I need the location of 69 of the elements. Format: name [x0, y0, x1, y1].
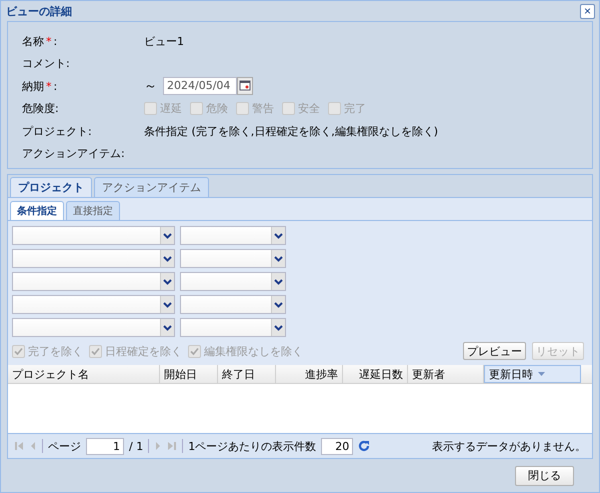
chevron-down-icon — [163, 302, 172, 308]
field-label: プロジェクト: — [22, 124, 92, 138]
page-label: ページ — [48, 438, 81, 454]
page-total: / 1 — [129, 440, 144, 452]
required-mark: * — [46, 80, 52, 93]
checkbox-label: 完了 — [344, 101, 366, 116]
previous-page-icon[interactable] — [29, 441, 37, 451]
field-label: 納期 — [22, 80, 44, 93]
chevron-down-icon — [163, 278, 172, 284]
dropdown-field[interactable] — [12, 249, 175, 268]
column-header[interactable]: 更新日時 — [484, 365, 581, 383]
chevron-down-icon — [163, 324, 172, 330]
page-number-field[interactable]: 1 — [86, 438, 124, 454]
range-mark: ～ — [144, 78, 157, 96]
required-mark: * — [46, 34, 52, 48]
last-page-icon[interactable] — [167, 441, 178, 451]
refresh-icon[interactable] — [358, 440, 370, 452]
window-title: ビューの詳細 — [6, 4, 73, 18]
column-header[interactable]: 終了日 — [218, 365, 276, 383]
tab[interactable]: 条件指定 — [10, 201, 64, 220]
tab[interactable]: 直接指定 — [66, 201, 120, 220]
checkbox-label: 警告 — [252, 101, 274, 116]
column-header[interactable]: 遅延日数 — [343, 365, 408, 383]
chevron-down-icon — [274, 232, 283, 238]
field-value: ビュー1 — [144, 34, 184, 49]
checkbox-label: 危険 — [206, 101, 228, 116]
next-page-icon[interactable] — [154, 441, 162, 451]
filter-button[interactable]: プレビュー — [463, 342, 526, 360]
field-label: アクションアイテム: — [22, 147, 125, 160]
dropdown-field[interactable] — [12, 226, 175, 245]
tab[interactable]: アクションアイテム — [94, 177, 209, 197]
close-dialog-button[interactable]: 閉じる — [515, 466, 574, 486]
dropdown-field[interactable] — [12, 295, 175, 314]
checkbox-label: 安全 — [298, 101, 320, 116]
sort-descending-icon — [538, 372, 545, 376]
chevron-down-icon — [274, 302, 283, 308]
chevron-down-icon — [274, 324, 283, 330]
dropdown-field[interactable] — [180, 318, 286, 337]
field-label: コメント: — [22, 57, 70, 70]
checkbox-label: 完了を除く — [28, 344, 83, 358]
field-label: 危険度: — [22, 102, 59, 116]
checkbox-label: 遅延 — [160, 101, 182, 116]
field-value: 条件指定 (完了を除く,日程確定を除く,編集権限なしを除く) — [144, 124, 438, 139]
dropdown-field[interactable] — [12, 272, 175, 291]
calendar-icon[interactable] — [237, 77, 253, 96]
chevron-down-icon — [274, 278, 283, 284]
empty-message: 表示するデータがありません。 — [432, 438, 586, 454]
first-page-icon[interactable] — [14, 441, 24, 451]
dropdown-field[interactable] — [180, 295, 286, 314]
dropdown-field[interactable] — [12, 318, 175, 337]
column-header[interactable]: 進捗率 — [276, 365, 343, 383]
field-label: 名称 — [22, 34, 44, 48]
dropdown-field[interactable] — [180, 226, 286, 245]
dropdown-field[interactable] — [180, 249, 286, 268]
dropdown-field[interactable] — [180, 272, 286, 291]
checkbox-label: 編集権限なしを除く — [204, 344, 303, 358]
column-header[interactable]: プロジェクト名 — [8, 365, 160, 383]
column-header[interactable]: 開始日 — [160, 365, 218, 383]
field-label: : — [54, 80, 58, 93]
close-button[interactable]: × — [580, 4, 595, 18]
date-field[interactable]: 2024/05/04 — [163, 77, 237, 96]
page-size-label: 1ページあたりの表示件数 — [188, 438, 316, 454]
field-label: : — [54, 34, 58, 48]
chevron-down-icon — [163, 232, 172, 238]
checkbox-label: 日程確定を除く — [105, 344, 182, 358]
tab[interactable]: プロジェクト — [10, 177, 92, 197]
chevron-down-icon — [163, 256, 172, 262]
chevron-down-icon — [274, 256, 283, 262]
page-size-field[interactable]: 20 — [321, 438, 354, 454]
